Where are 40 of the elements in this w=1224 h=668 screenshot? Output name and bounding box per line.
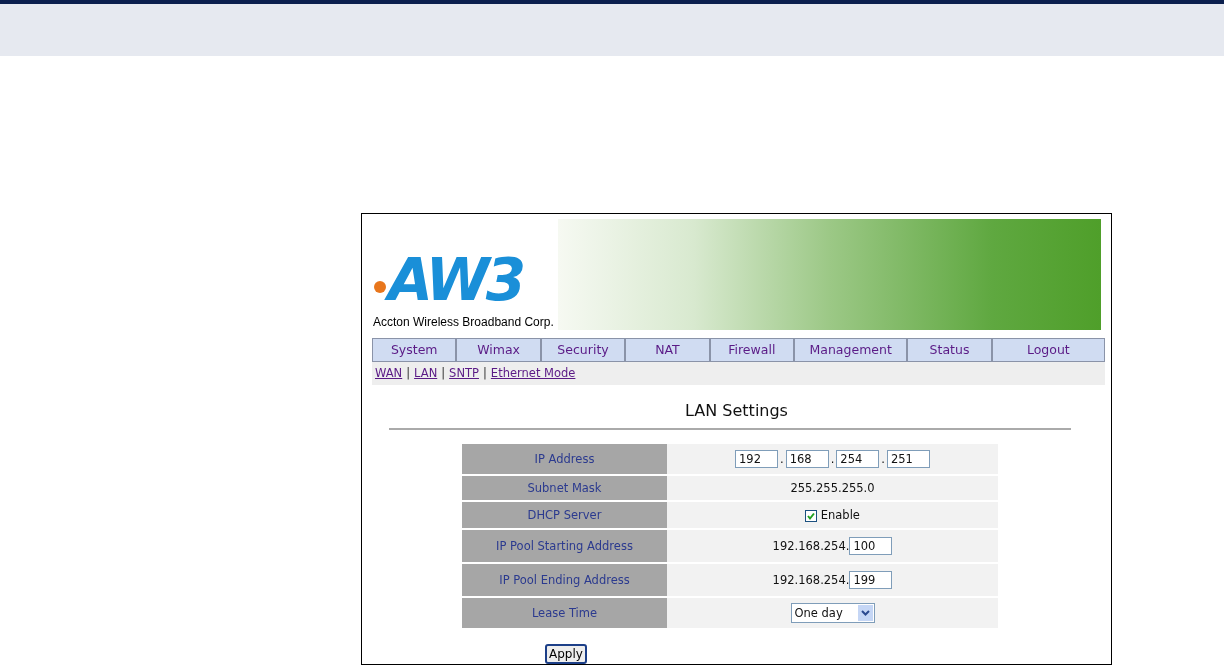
link-separator: | — [406, 366, 411, 381]
link-separator: | — [483, 366, 487, 381]
value-text: 255.255.255.0 — [790, 481, 875, 496]
octet-input[interactable]: 168 — [785, 450, 829, 469]
checkbox-label: Enable — [820, 508, 860, 523]
nav-tab[interactable]: Wimax — [456, 337, 541, 362]
octet-input[interactable]: 251 — [887, 450, 930, 469]
sub-menu-link[interactable]: WAN — [375, 366, 403, 381]
apply-button[interactable]: Apply — [545, 644, 587, 664]
octet-input[interactable]: 192 — [735, 450, 778, 469]
link-separator: | — [441, 366, 446, 381]
field-label: Lease Time — [531, 606, 598, 621]
dot-separator: . — [881, 451, 885, 466]
nav-tab[interactable]: NAT — [625, 337, 710, 362]
address-input[interactable]: 100 — [849, 537, 893, 556]
page-title: LAN Settings — [685, 401, 788, 421]
address-input[interactable]: 199 — [849, 571, 893, 590]
nav-tab[interactable]: Firewall — [709, 337, 795, 362]
sub-menu-link[interactable]: LAN — [414, 366, 438, 381]
field-label: IP Address — [534, 452, 595, 467]
company-name: Accton Wireless Broadband Corp. — [373, 314, 554, 329]
sub-menu-link[interactable]: Ethernet Mode — [490, 366, 576, 381]
lease-time-dropdown[interactable]: One day — [790, 603, 875, 624]
nav-tab[interactable]: Logout — [991, 337, 1105, 362]
field-label: DHCP Server — [527, 508, 602, 523]
field-label: IP Pool Ending Address — [499, 573, 630, 588]
logo-dot-icon — [374, 281, 386, 293]
nav-tab[interactable]: Security — [540, 337, 626, 362]
enable-checkbox[interactable] — [805, 509, 818, 522]
nav-tab[interactable]: Status — [907, 337, 992, 362]
field-label: IP Pool Starting Address — [496, 539, 633, 554]
dot-separator: . — [780, 451, 784, 466]
nav-tab[interactable]: Management — [794, 337, 908, 362]
octet-input[interactable]: 254 — [836, 450, 880, 469]
field-label: Subnet Mask — [527, 481, 602, 496]
address-prefix: 192.168.254. — [772, 572, 850, 587]
nav-tab[interactable]: System — [372, 337, 457, 362]
dot-separator: . — [830, 451, 835, 466]
address-prefix: 192.168.254. — [772, 538, 850, 553]
sub-menu-link[interactable]: SNTP — [449, 366, 479, 381]
